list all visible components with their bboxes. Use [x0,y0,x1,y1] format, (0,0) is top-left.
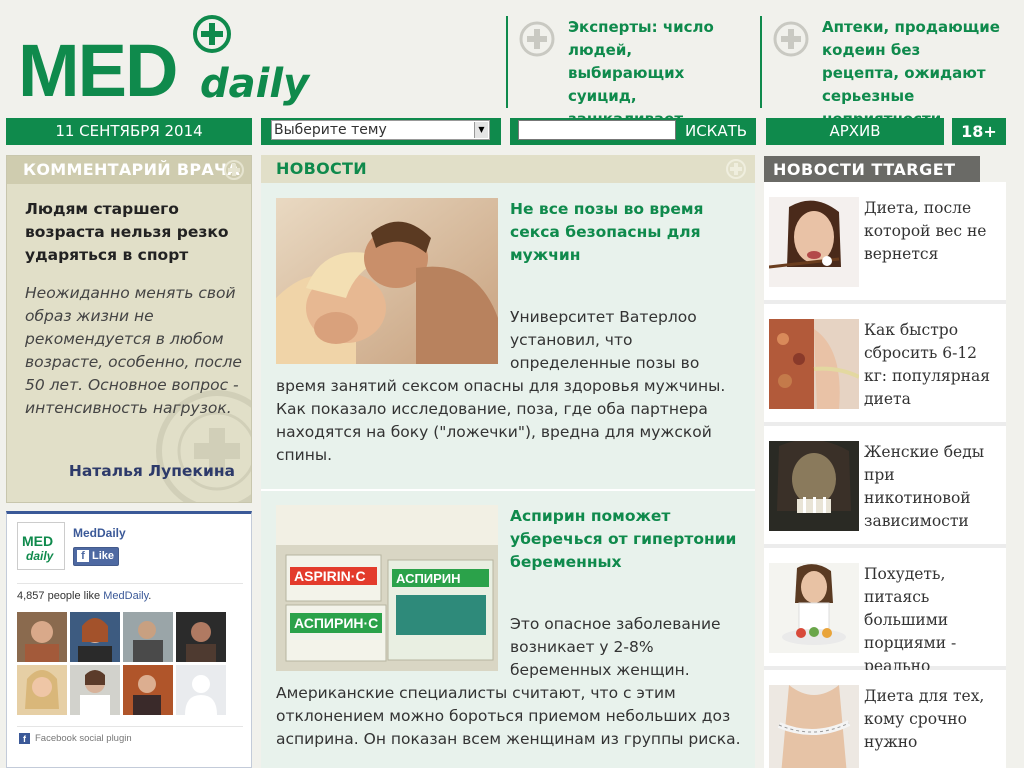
ttarget-item[interactable]: Женские беды при никотиновой зависимости [764,426,1006,544]
aspirin-box-label: АСПИРИН [396,571,461,586]
search-button[interactable]: ИСКАТЬ [680,118,752,145]
topic-select-value: Выберите тему [274,122,387,138]
doctor-comment-heading: КОММЕНТАРИЙ ВРАЧА [23,160,240,179]
facebook-like-count: 4,857 people like MedDaily. [17,590,151,602]
article-body: Университет Ватерлоо установил, что опре… [276,306,746,467]
fan-avatar[interactable] [176,612,226,662]
fan-avatar[interactable] [17,665,67,715]
facebook-like-box: MED daily MedDaily f Like 4,857 people l… [6,511,252,768]
facebook-like-count-text: 4,857 people like [17,590,101,602]
doctor-comment-author[interactable]: Наталья Лупекина [69,462,235,480]
logo-plus-icon [193,15,231,53]
search-input[interactable] [518,120,676,140]
fan-avatar[interactable] [123,665,173,715]
news-section-header: НОВОСТИ [261,155,755,183]
fb-logo-daily: daily [26,549,54,563]
doctor-comment-header: КОММЕНТАРИЙ ВРАЧА [7,156,251,184]
ttarget-list: Диета, после которой вес не вернется Как… [764,182,1006,768]
fan-avatar[interactable] [17,612,67,662]
logo-daily-text: daily [200,61,310,107]
facebook-f-icon: f [19,733,30,744]
news-heading: НОВОСТИ [276,159,367,178]
header-news-item-1[interactable]: Эксперты: число людей, выбирающих суицид… [506,16,756,128]
news-article: Не все позы во время секса безопасны для… [261,183,755,489]
search-bar: ИСКАТЬ [510,118,756,145]
topic-selector-bar: Выберите тему ▼ [261,118,501,145]
logo-med-text: MED [18,29,178,112]
ttarget-item[interactable]: Похудеть, питаясь большими порциями - ре… [764,548,1006,675]
facebook-page-avatar[interactable]: MED daily [17,522,65,570]
ttarget-section-header: НОВОСТИ TTARGET [764,156,980,182]
current-date: 11 СЕНТЯБРЯ 2014 [6,118,252,145]
ttarget-thumb[interactable] [769,441,859,531]
header-divider [760,16,762,108]
dropdown-arrow-icon[interactable]: ▼ [474,122,488,138]
fb-logo-med: MED [22,533,54,549]
default-avatar-icon[interactable] [176,665,226,715]
age-rating-badge: 18+ [952,118,1006,145]
doctor-comment-text: Неожиданно менять свой образ жизни не ре… [25,284,242,417]
header-news-text[interactable]: Эксперты: число людей, выбирающих суицид… [568,16,753,131]
header-news-text[interactable]: Аптеки, продающие кодеин без рецепта, ож… [822,16,1002,131]
doctor-comment-panel: КОММЕНТАРИЙ ВРАЧА Людям старшего возраст… [6,155,252,503]
aspirin-box-label: ASPIRIN·C [294,568,366,584]
fan-avatar[interactable] [70,612,120,662]
ttarget-item-text[interactable]: Женские беды при никотиновой зависимости [864,441,1002,533]
facebook-like-button[interactable]: f Like [73,547,119,566]
header-divider [506,16,508,108]
article-title[interactable]: Не все позы во время секса безопасны для… [510,198,746,267]
article-title[interactable]: Аспирин поможет уберечься от гипертонии … [510,505,746,574]
article-body: Это опасное заболевание возникает у 2-8%… [276,613,746,751]
ttarget-item[interactable]: Диета для тех, кому срочно нужно [764,670,1006,768]
facebook-like-label: Like [92,550,115,562]
ttarget-item[interactable]: Диета, после которой вес не вернется [764,182,1006,300]
site-logo[interactable]: MED daily [18,14,310,114]
topic-select[interactable]: Выберите тему ▼ [271,120,490,140]
ttarget-thumb[interactable] [769,319,859,409]
plus-circle-icon [519,21,555,57]
facebook-plugin-label: Facebook social plugin [35,733,132,745]
divider [17,726,243,727]
fan-avatar[interactable] [123,612,173,662]
facebook-page-link[interactable]: MedDaily [103,590,148,602]
news-article: ASPIRIN·C АСПИРИН·С АСПИРИН Аспирин помо… [261,490,755,768]
plus-circle-icon [224,160,244,180]
facebook-page-name[interactable]: MedDaily [73,526,126,540]
header-news-item-2[interactable]: Аптеки, продающие кодеин без рецепта, ож… [760,16,1010,128]
ttarget-item-text[interactable]: Диета для тех, кому срочно нужно [864,685,1002,754]
plus-circle-icon [773,21,809,57]
ttarget-item-text[interactable]: Похудеть, питаясь большими порциями - ре… [864,563,1002,678]
ttarget-thumb[interactable] [769,685,859,768]
facebook-f-icon: f [77,550,89,562]
facebook-plugin-footer[interactable]: f Facebook social plugin [19,733,132,744]
ttarget-heading: НОВОСТИ TTARGET [773,160,956,179]
doctor-comment-title[interactable]: Людям старшего возраста нельзя резко уда… [25,198,247,267]
ttarget-item-text[interactable]: Как быстро сбросить 6-12 кг: популярная … [864,319,1002,411]
news-list: Не все позы во время секса безопасны для… [261,183,755,768]
ttarget-thumb[interactable] [769,197,859,287]
fan-avatar[interactable] [70,665,120,715]
plus-circle-icon [726,159,746,179]
ttarget-item[interactable]: Как быстро сбросить 6-12 кг: популярная … [764,304,1006,422]
ttarget-thumb[interactable] [769,563,859,653]
facebook-like-count-suffix: . [148,590,152,602]
ttarget-item-text[interactable]: Диета, после которой вес не вернется [864,197,1002,266]
divider [17,583,243,584]
archive-button[interactable]: АРХИВ [766,118,944,145]
